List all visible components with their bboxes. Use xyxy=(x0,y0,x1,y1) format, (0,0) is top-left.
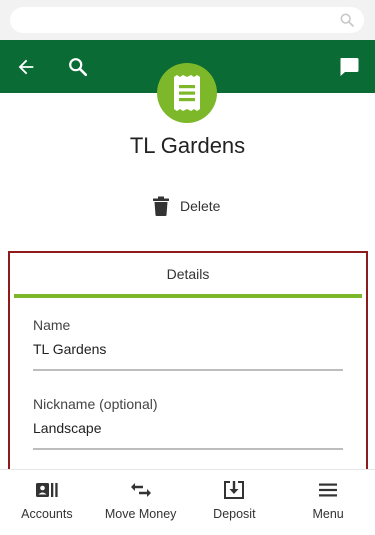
delete-label: Delete xyxy=(180,198,221,214)
header-search-button[interactable] xyxy=(64,53,92,81)
back-button[interactable] xyxy=(12,53,40,81)
accounts-icon xyxy=(35,483,58,497)
nav-accounts-label: Accounts xyxy=(21,507,73,521)
nickname-field-label: Nickname (optional) xyxy=(33,396,158,412)
delete-button[interactable]: Delete xyxy=(152,194,220,218)
deposit-icon xyxy=(224,481,245,499)
nav-move-money-label: Move Money xyxy=(104,507,177,521)
payee-title: TL Gardens xyxy=(129,133,246,158)
browser-search-field[interactable] xyxy=(10,7,364,33)
nav-deposit-label: Deposit xyxy=(213,507,256,521)
menu-icon xyxy=(319,483,338,497)
nickname-field-value[interactable]: Landscape xyxy=(33,420,343,450)
browser-bar xyxy=(0,0,375,40)
nav-menu-label: Menu xyxy=(312,507,344,521)
transfer-icon xyxy=(130,483,151,497)
nav-deposit[interactable]: Deposit xyxy=(188,470,282,535)
back-arrow-icon xyxy=(18,59,34,75)
search-icon xyxy=(69,58,88,77)
details-card: Details Name TL Gardens Nickname (option… xyxy=(8,251,368,481)
nav-move-money[interactable]: Move Money xyxy=(94,470,188,535)
name-field-label: Name xyxy=(33,317,71,333)
nav-menu[interactable]: Menu xyxy=(281,470,375,535)
tab-details[interactable]: Details xyxy=(14,253,362,298)
browser-search-icon xyxy=(340,13,354,27)
nav-accounts[interactable]: Accounts xyxy=(0,470,94,535)
nickname-field[interactable]: Nickname (optional) Landscape xyxy=(33,396,343,450)
chat-icon xyxy=(340,58,359,76)
trash-icon xyxy=(153,196,169,216)
payee-badge xyxy=(157,63,217,123)
bottom-nav: Accounts Move Money Deposit Menu xyxy=(0,469,375,535)
name-field[interactable]: Name TL Gardens xyxy=(33,317,343,371)
chat-button[interactable] xyxy=(335,53,363,81)
receipt-icon xyxy=(174,75,200,111)
name-field-value[interactable]: TL Gardens xyxy=(33,341,343,371)
